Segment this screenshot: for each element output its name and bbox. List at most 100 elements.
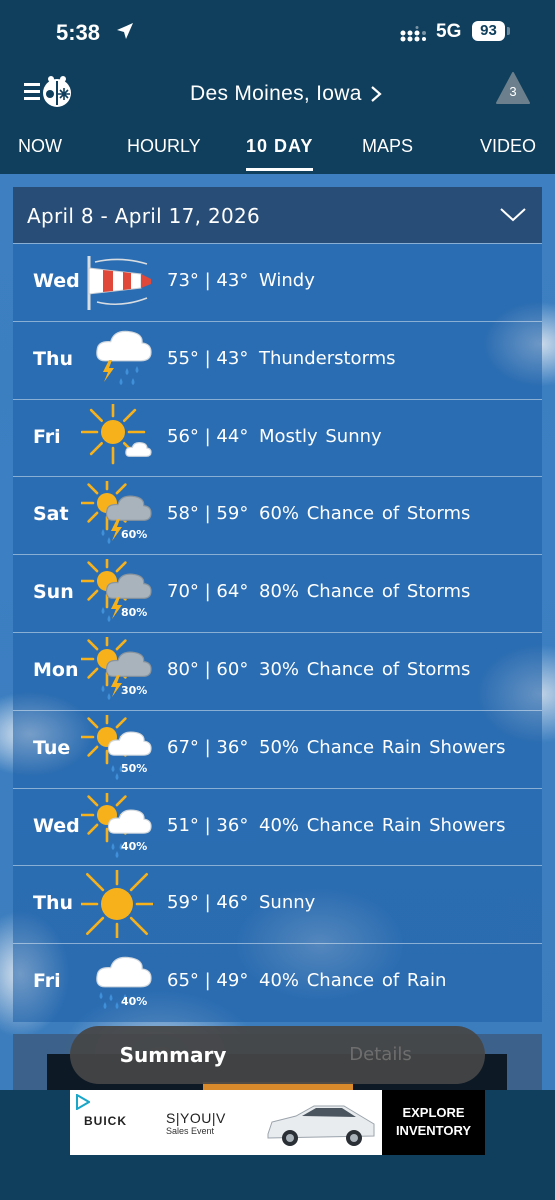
forecast-day-row[interactable]: Sun 80% 70° | 64° 80% Chance of Storms [13,553,542,632]
tab-10-day[interactable]: 10 DAY [246,136,313,157]
temp-separator: | [198,659,217,680]
temperature-range: 70° | 64° [167,581,248,602]
alerts-button[interactable]: 3 [496,72,530,104]
day-name: Wed [33,270,80,292]
high-temp: 73° [167,270,199,291]
high-temp: 59° [167,892,199,914]
summary-toggle[interactable]: Summary [70,1026,276,1084]
tab-hourly[interactable]: HOURLY [127,136,201,157]
day-name: Fri [33,970,61,993]
temperature-range: 51° | 36° [167,815,248,836]
low-temp: 49° [216,970,249,992]
temp-separator: | [198,970,217,992]
ad-headline: S|YOU|V [166,1110,226,1126]
location-name: Des Moines, Iowa [190,82,362,105]
network-type: 5G [436,21,462,42]
alert-count: 3 [509,84,517,99]
date-range-title: April 8 - April 17, 2026 [27,204,261,228]
signal-icon [400,26,426,42]
forecast-day-row[interactable]: Fri 56° | 44° Mostly Sunny [13,398,542,477]
low-temp: 43° [216,347,249,369]
condition-text: Mostly Sunny [259,425,382,447]
temperature-range: 73° | 43° [167,270,248,291]
condition-text: 30% Chance of Storms [259,659,471,680]
high-temp: 70° [167,581,199,603]
car-image-icon [267,1105,375,1146]
thunderstorm-icon [81,326,153,394]
date-range-header[interactable]: April 8 - April 17, 2026 [13,187,542,243]
precip-chance: 30% [121,684,148,697]
tab-bar: NOW HOURLY 10 DAY MAPS VIDEO [0,124,555,174]
day-name: Thu [33,347,74,370]
day-name: Wed [33,814,80,837]
location-selector[interactable]: Des Moines, Iowa [190,82,382,106]
ad-cta-line2: INVENTORY [395,1123,472,1138]
temp-separator: | [198,503,217,525]
temp-separator: | [198,736,217,758]
high-temp: 56° [167,425,199,447]
condition-text: 50% Chance Rain Showers [259,736,506,758]
temp-separator: | [198,814,217,836]
ad-cta-line1: EXPLORE [402,1105,465,1120]
forecast-day-row[interactable]: Mon 30% 80° | 60° 30% Chance of Storms [13,631,542,710]
mostly-sunny-icon [80,399,153,472]
temp-separator: | [198,425,217,447]
condition-text: Windy [259,270,315,291]
explore-inventory-button[interactable]: EXPLORE INVENTORY [382,1090,485,1155]
high-temp: 58° [167,503,199,525]
temperature-range: 56° | 44° [167,426,248,447]
view-toggle: Summary Details [70,1026,485,1084]
status-time: 5:38 [56,20,101,45]
tab-maps[interactable]: MAPS [362,136,413,157]
condition-text: 60% Chance of Storms [259,503,471,525]
tab-now[interactable]: NOW [18,136,62,157]
temperature-range: 58° | 59° [167,503,248,524]
temp-separator: | [198,581,217,603]
forecast-panel: April 8 - April 17, 2026 Wed 73° | 43° Wi… [13,187,542,1022]
ad-subline: Sales Event [166,1126,215,1136]
condition-text: 40% Chance of Rain [259,970,447,992]
day-name: Tue [33,736,71,759]
sunny-icon [73,861,161,948]
windsock-icon [81,248,153,316]
tab-video[interactable]: VIDEO [480,136,536,157]
ad-bar: BUICK S|YOU|V Sales Event EXPLORE INVENT… [0,1090,555,1200]
temperature-range: 67° | 36° [167,737,248,758]
condition-text: 80% Chance of Storms [259,581,471,603]
high-temp: 55° [167,347,199,369]
day-name: Mon [33,659,79,681]
precip-chance: 60% [121,528,148,542]
forecast-day-row[interactable]: Wed 73° | 43° Windy [13,243,542,321]
active-tab-indicator [246,168,313,171]
high-temp: 67° [167,736,199,758]
precip-chance: 50% [121,761,148,775]
precip-chance: 40% [121,839,148,853]
high-temp: 80° [167,659,199,680]
low-temp: 44° [216,425,249,447]
forecast-day-row[interactable]: Thu 59° | 46° Sunny [13,861,542,948]
precip-chance: 80% [121,606,148,620]
forecast-day-row[interactable]: Sat 60% 58° | 59° 60% Chance of Storms [13,476,542,554]
low-temp: 60° [216,659,249,680]
menu-logo-icon[interactable] [24,74,76,110]
forecast-day-row[interactable]: Tue 50% 67° | 36° 50% Chance Rain Showers [13,709,542,788]
ad-brand: BUICK [84,1114,127,1128]
low-temp: 36° [216,736,249,758]
temperature-range: 55° | 43° [167,348,248,369]
low-temp: 43° [216,270,249,291]
temperature-range: 80° | 60° [167,659,248,680]
temp-separator: | [198,347,217,369]
forecast-day-row[interactable]: Fri 40% 65° | 49° 40% Chance of Rain [13,943,542,1021]
day-name: Sun [33,581,74,604]
high-temp: 65° [167,970,199,992]
ad-banner[interactable]: BUICK S|YOU|V Sales Event EXPLORE INVENT… [70,1090,485,1155]
details-toggle[interactable]: Details [276,1026,485,1084]
low-temp: 64° [216,581,249,603]
temp-separator: | [198,270,217,291]
temperature-range: 59° | 46° [167,892,248,913]
forecast-day-row[interactable]: Thu 55° | 43° Thunderstorms [13,320,542,399]
forecast-day-row[interactable]: Wed 40% 51° | 36° 40% Chance Rain Showers [13,787,542,866]
ad-headline-block: S|YOU|V Sales Event [166,1110,226,1136]
chevron-down-icon[interactable] [499,207,527,223]
day-name: Thu [33,892,74,915]
